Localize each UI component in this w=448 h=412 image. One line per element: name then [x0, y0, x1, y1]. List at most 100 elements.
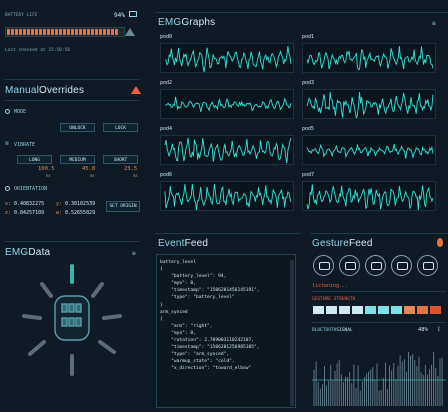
emg-plot-pod1 [302, 43, 436, 73]
wave-in-icon [339, 255, 360, 276]
event-feed-line: "timestamp": "1506201256985105", [160, 345, 260, 351]
strength-cell [404, 306, 415, 314]
emg-trace-pod2 [164, 96, 292, 112]
event-feed-line: "type": "arm_synced", [160, 352, 230, 358]
bluetooth-signal-graph [312, 351, 446, 406]
orientation-x-label: x: [5, 201, 12, 207]
wave-out-icon [365, 255, 386, 276]
bluetooth-icon: ᛒ [437, 326, 441, 333]
strength-cell [326, 306, 337, 314]
plot-label-pod4: pod4 [160, 126, 173, 132]
event-feed-line: "type": "battery_level" [160, 295, 235, 301]
orientation-w-label: w: [56, 210, 63, 216]
plot-label-pod7: pod7 [302, 172, 315, 178]
event-feed-line: } [160, 302, 163, 308]
gesture-status: listening... [312, 283, 349, 289]
orientation-label: ORIENTATION [14, 186, 48, 192]
vibrate-medium-button[interactable]: MEDIUM [60, 155, 95, 164]
event-feed-line: "myo": 0, [160, 281, 196, 287]
emg-data-title: EMGData [5, 247, 51, 258]
myo-icon: ≡ [432, 20, 436, 27]
bluetooth-label: BLUETOOTHSIGNAL [312, 328, 353, 333]
strength-cell [430, 306, 441, 314]
flame-icon [437, 238, 443, 247]
fist-icon [313, 255, 334, 276]
manual-overrides-title: ManualOverrides [5, 85, 85, 96]
strength-cell [339, 306, 350, 314]
emg-plot-pod7 [302, 181, 436, 211]
orientation-icon [5, 186, 10, 191]
vibrate-short-unit: ms [133, 173, 138, 178]
emg-trace-pod6 [164, 183, 292, 210]
event-feed-line: "myo": 0, [160, 330, 196, 336]
vibrate-label: VIBRATE [14, 142, 36, 148]
vibrate-short-value: 23.5 [124, 166, 138, 172]
event-feed-line: arm_synced [160, 309, 188, 315]
emg-trace-pod5 [306, 143, 434, 159]
unlock-button[interactable]: UNLOCK [60, 123, 95, 132]
plot-label-pod1: pod1 [302, 34, 315, 40]
set-origin-button[interactable]: SET ORIGIN [106, 201, 140, 212]
vibrate-short-button[interactable]: SHORT [103, 155, 138, 164]
event-feed-line: "arm": "right", [160, 323, 213, 329]
event-feed-box[interactable]: battery_level { "battery_level": 94, "myo… [156, 254, 296, 408]
vibrate-long-unit: ms [46, 173, 51, 178]
vibrate-icon: ≋ [5, 140, 9, 147]
battery-bar-fill [7, 29, 118, 35]
event-feed-title: EventFeed [158, 238, 209, 249]
armband-icon [54, 295, 90, 341]
plot-label-pod3: pod3 [302, 80, 315, 86]
plot-label-pod2: pod2 [160, 80, 173, 86]
vibrate-medium-value: 45.8 [82, 166, 96, 172]
emg-trace-pod3 [306, 91, 434, 118]
double-tap-icon [417, 255, 438, 276]
battery-bar [5, 27, 125, 37]
orientation-z-label: z: [5, 210, 12, 216]
emg-graphs-title: EMGGraphs [158, 17, 216, 28]
gesture-strength-label: GESTURE STRENGTH [312, 297, 356, 302]
orientation-y-label: y: [56, 201, 63, 207]
emg-plot-pod0 [160, 43, 294, 73]
strength-cell [365, 306, 376, 314]
myo-icon: ≡ [132, 250, 136, 257]
vibrate-long-value: 100.5 [38, 166, 55, 172]
strength-cell [313, 306, 324, 314]
event-feed-line: battery_level [160, 260, 196, 265]
orientation-y: 0.30102539 [65, 201, 96, 207]
emg-trace-pod4 [164, 137, 292, 164]
plot-label-pod0: pod0 [160, 34, 173, 40]
battery-panel: BATTERY LIFE 94% Last checked at 15:50:5… [0, 0, 150, 60]
emg-trace-pod7 [306, 184, 434, 210]
mode-label: MODE [14, 109, 27, 115]
strength-cell [352, 306, 363, 314]
event-feed-scrollbar[interactable] [290, 260, 294, 406]
vibrate-long-button[interactable]: LONG [17, 155, 52, 164]
warning-icon [131, 86, 141, 94]
event-feed-line: { [160, 316, 163, 322]
orientation-x: 0.40832275 [14, 201, 45, 207]
emg-plot-pod3 [302, 89, 436, 119]
emg-plot-pod2 [160, 89, 294, 119]
battery-percent: 94% [114, 12, 125, 19]
plot-label-pod6: pod6 [160, 172, 173, 178]
event-feed-line: "x_direction": "toward_elbow" [160, 366, 252, 372]
emg-armband-visual [22, 264, 122, 376]
strength-cell [391, 306, 402, 314]
emg-trace-pod0 [164, 45, 292, 72]
plot-label-pod5: pod5 [302, 126, 315, 132]
gesture-feed-title: GestureFeed [312, 238, 373, 249]
event-feed-line: "battery_level": 94, [160, 274, 227, 280]
vibrate-medium-unit: ms [90, 173, 95, 178]
lock-button[interactable]: LOCK [103, 123, 138, 132]
emg-plot-pod4 [160, 135, 294, 165]
bluetooth-value: 48% [418, 327, 428, 333]
mode-icon [5, 109, 10, 114]
emg-plot-pod6 [160, 181, 294, 211]
event-feed-line: { [160, 267, 163, 273]
orientation-z: 0.84257109 [14, 210, 45, 216]
fingers-spread-icon [391, 255, 412, 276]
emg-plot-pod5 [302, 135, 436, 165]
strength-cell [417, 306, 428, 314]
strength-cell [378, 306, 389, 314]
warning-icon [125, 28, 135, 36]
